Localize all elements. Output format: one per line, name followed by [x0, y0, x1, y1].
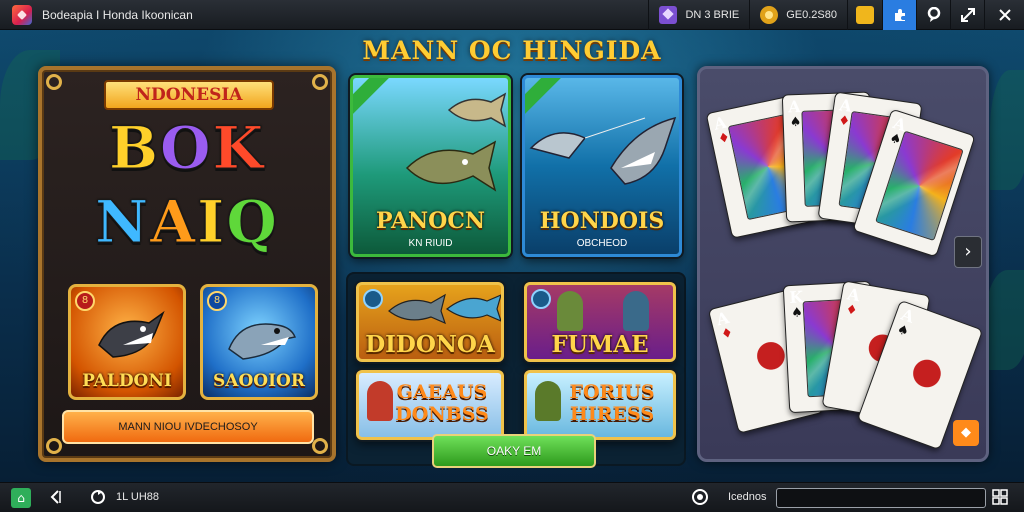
logo-letter: N [95, 188, 151, 257]
shark-icon [98, 310, 165, 358]
tile-title: GAEAUS DONBSS [359, 381, 501, 425]
next-arrow-button[interactable]: › [954, 236, 982, 268]
shopping-bag-icon [856, 6, 874, 24]
game-tile-paldoni[interactable]: 8 PALDONI [68, 284, 186, 400]
dolphin-icon [228, 323, 297, 360]
logo-letter: Q [226, 188, 279, 257]
tile-title-line: DONBSS [395, 403, 489, 425]
title-bar-controls: DN 3 BRIE GE0.2S80 [648, 0, 1024, 30]
game-tile-didonoa[interactable]: DIDONOA [356, 282, 504, 362]
game-tile-fumae[interactable]: FUMAE [524, 282, 676, 362]
game-tile-panocn[interactable]: PANOCN KN RIUID [350, 75, 511, 257]
shark-icon [529, 116, 677, 185]
home-icon[interactable]: ⌂ [11, 488, 31, 508]
record-icon[interactable] [690, 488, 710, 508]
card-art [875, 130, 964, 242]
logo-letter: I [197, 188, 227, 257]
coins-counter[interactable]: GE0.2S80 [749, 0, 847, 30]
card-suit: ♠ [789, 114, 802, 131]
gems-value: DN 3 BRIE [685, 9, 740, 21]
window-title: Bodeapia I Honda Ikoonican [42, 7, 193, 22]
tile-label: PALDONI [82, 371, 172, 391]
play-button[interactable]: OAKY EM [432, 434, 596, 468]
leaf-decoration [985, 270, 1024, 370]
character-figure [557, 291, 583, 331]
expand-button[interactable] [950, 0, 984, 30]
tile-title-line: FORIUS [569, 381, 655, 403]
game-tile-saooior[interactable]: 8 SAOOIOR [200, 284, 318, 400]
corner-action-button[interactable]: ◆ [953, 420, 979, 446]
tile-title: HONDOIS [539, 208, 665, 234]
pin-icon [927, 7, 940, 22]
logo-letter: O [160, 114, 213, 183]
fish-icon [447, 92, 507, 128]
status-text: 1L UH88 [116, 491, 160, 503]
ornament-icon [46, 438, 62, 454]
fish-badge-icon [531, 289, 551, 309]
game-tile-hondois[interactable]: HONDOIS OBCHEOD [522, 75, 682, 257]
ornament-icon [46, 74, 62, 90]
logo-letter: K [212, 114, 265, 183]
card-suit: ♠ [790, 305, 804, 321]
tile-subtitle: KN RIUID [408, 238, 453, 249]
logo-line-1: BOK [42, 114, 332, 183]
search-label: Icednos [728, 491, 767, 503]
tile-title: FORIUS HIRESS [527, 381, 673, 425]
tile-title: DIDONOA [365, 331, 495, 358]
refresh-icon[interactable] [88, 488, 108, 508]
leaf-decoration [990, 70, 1024, 190]
tile-title-line: HIRESS [569, 403, 655, 425]
coin-icon [760, 6, 779, 24]
grid-menu-icon[interactable] [990, 488, 1010, 508]
fish-badge-icon [363, 289, 383, 309]
card-game-panel[interactable]: A ♦ A ♠ A ♦ A ♠ A ♦ K ♠ A ♦ A ♠ [697, 66, 989, 462]
tile-title: FUMAE [551, 331, 649, 358]
new-ribbon [353, 78, 396, 121]
ornament-icon [312, 74, 328, 90]
tile-subtitle: OBCHEOD [576, 238, 628, 249]
card-rank: A [787, 96, 801, 117]
bottom-toolbar: ⌂ 1L UH88 Icednos [0, 482, 1024, 512]
title-bar: Bodeapia I Honda Ikoonican DN 3 BRIE GE0… [0, 0, 1024, 30]
fish-icon [405, 140, 497, 192]
lobby-title: MANN OC HINGIDA [362, 36, 662, 65]
puzzle-icon [894, 9, 905, 21]
featured-game-panel[interactable]: NDONESIA BOK NAIQ 8 PALDONI 8 SAOOIOR MA… [38, 66, 336, 462]
tile-label: SAOOIOR [213, 371, 305, 391]
add-friend-button[interactable] [882, 0, 916, 30]
gems-counter[interactable]: DN 3 BRIE [648, 0, 749, 30]
tile-title-line: GAEAUS [396, 381, 488, 403]
tile-badge: 8 [207, 291, 227, 311]
card-rank: K [788, 287, 804, 308]
featured-banner: NDONESIA [104, 80, 274, 110]
close-icon [998, 9, 1011, 21]
ornament-icon [312, 438, 328, 454]
expand-icon [960, 8, 975, 22]
tile-title: PANOCN [376, 208, 485, 234]
game-tile-forius[interactable]: FORIUS HIRESS [524, 370, 676, 440]
shop-button[interactable] [847, 0, 882, 30]
coins-value: GE0.2S80 [786, 9, 837, 21]
logo-letter: A [150, 188, 198, 257]
fish-icon [388, 293, 501, 325]
logo-line-2: NAIQ [42, 188, 332, 257]
back-icon[interactable] [46, 488, 66, 508]
app-logo-icon [12, 4, 32, 25]
character-figure [623, 291, 649, 331]
card-art [879, 322, 971, 434]
gem-icon [659, 6, 678, 24]
featured-cta-button[interactable]: MANN NIOU IVDECHOSOY [62, 410, 314, 444]
game-tile-gaeaus[interactable]: GAEAUS DONBSS [356, 370, 504, 440]
logo-letter: B [108, 114, 161, 183]
close-button[interactable] [984, 0, 1024, 30]
search-input[interactable] [776, 488, 986, 508]
tile-badge: 8 [75, 291, 95, 311]
profile-button[interactable] [916, 0, 950, 30]
